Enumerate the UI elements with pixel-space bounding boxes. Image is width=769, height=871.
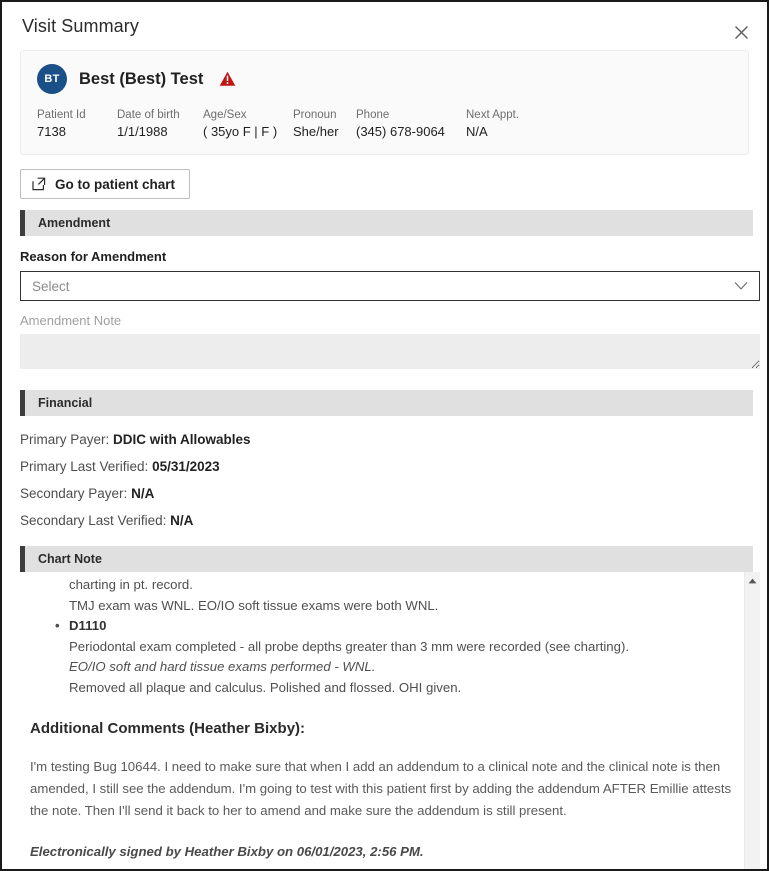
patient-field-date-of-birth: Date of birth 1/1/1988: [117, 108, 203, 140]
field-value: She/her: [293, 124, 339, 139]
financial-row-secondary-last-verified: Secondary Last Verified: N/A: [20, 513, 753, 529]
external-link-icon: [32, 177, 46, 191]
chart-note-content: charting in pt. record. TMJ exam was WNL…: [20, 572, 744, 869]
reason-for-amendment-label: Reason for Amendment: [20, 249, 167, 264]
section-header-chart-note: Chart Note: [20, 546, 753, 572]
close-icon[interactable]: [729, 20, 753, 44]
financial-details: Primary Payer: DDIC with Allowables Prim…: [20, 432, 753, 529]
go-to-patient-chart-label: Go to patient chart: [55, 176, 176, 192]
field-label: Next Appt.: [466, 109, 520, 121]
row-label: Secondary Last Verified:: [20, 513, 167, 528]
chart-note-scroll-region: charting in pt. record. TMJ exam was WNL…: [20, 572, 760, 869]
field-label: Age/Sex: [203, 109, 247, 121]
chart-note-line: charting in pt. record.: [69, 577, 193, 592]
patient-demographics: Patient Id 7138 Date of birth 1/1/1988 A…: [37, 108, 732, 140]
row-value: DDIC with Allowables: [113, 432, 251, 447]
patient-name: Best (Best) Test: [79, 69, 204, 88]
chart-note-scrollbar[interactable]: [744, 572, 760, 869]
chart-note-line: EO/IO soft and hard tissue exams perform…: [69, 659, 376, 674]
section-title: Financial: [38, 396, 93, 410]
reason-for-amendment-select[interactable]: Select: [20, 271, 760, 301]
select-value: Select: [32, 278, 70, 294]
chart-note-line: Removed all plaque and calculus. Polishe…: [69, 679, 462, 695]
chart-note-line: TMJ exam was WNL. EO/IO soft tissue exam…: [69, 597, 439, 613]
patient-banner: BT Best (Best) Test Patient Id 7138 Date…: [20, 50, 749, 155]
dialog-body: Go to patient chart Amendment Reason for…: [2, 155, 767, 869]
section-header-financial: Financial: [20, 390, 753, 416]
patient-identity-row: BT Best (Best) Test: [37, 64, 732, 94]
row-value: 05/31/2023: [152, 459, 220, 474]
avatar: BT: [37, 64, 67, 94]
signature-heather-bixby: Electronically signed by Heather Bixby o…: [30, 844, 424, 859]
field-value: 1/1/1988: [117, 124, 168, 139]
row-value: N/A: [131, 486, 155, 501]
patient-field-pronoun: Pronoun She/her: [293, 108, 356, 140]
field-label: Phone: [356, 109, 390, 121]
patient-field-patient-id: Patient Id 7138: [37, 108, 117, 140]
amendment-note-input[interactable]: [20, 334, 760, 369]
additional-comments-body: I'm testing Bug 10644. I need to make su…: [30, 759, 732, 818]
visit-summary-dialog: Visit Summary BT Best (Best) Test Patien: [0, 0, 769, 871]
chart-note-line: Periodontal exam completed - all probe d…: [69, 638, 630, 654]
field-value: N/A: [466, 124, 488, 139]
go-to-patient-chart-button[interactable]: Go to patient chart: [20, 169, 191, 199]
patient-field-phone: Phone (345) 678-9064: [356, 108, 466, 140]
financial-row-secondary-payer: Secondary Payer: N/A: [20, 486, 753, 502]
row-label: Primary Payer:: [20, 432, 110, 447]
additional-comments-heading: Additional Comments (Heather Bixby):: [30, 720, 306, 737]
row-label: Secondary Payer:: [20, 486, 128, 501]
row-label: Primary Last Verified:: [20, 459, 149, 474]
row-value: N/A: [170, 513, 194, 528]
dialog-header: Visit Summary: [2, 2, 767, 50]
dialog-title: Visit Summary: [22, 15, 139, 36]
field-label: Patient Id: [37, 109, 86, 121]
field-value: ( 35yo F | F ): [203, 124, 278, 139]
chevron-down-icon: [734, 282, 748, 291]
financial-row-primary-last-verified: Primary Last Verified: 05/31/2023: [20, 459, 753, 475]
field-value: (345) 678-9064: [356, 124, 445, 139]
warning-triangle-icon[interactable]: [219, 71, 236, 87]
financial-row-primary-payer: Primary Payer: DDIC with Allowables: [20, 432, 753, 448]
patient-field-age-sex: Age/Sex ( 35yo F | F ): [203, 108, 293, 140]
chart-note-procedure-code: D1110: [24, 616, 740, 637]
section-title: Amendment: [38, 216, 111, 230]
patient-field-next-appt: Next Appt. N/A: [466, 108, 519, 140]
section-title: Chart Note: [38, 552, 102, 566]
amendment-note-label: Amendment Note: [20, 313, 122, 328]
field-value: 7138: [37, 124, 66, 139]
section-header-amendment: Amendment: [20, 210, 753, 236]
scroll-up-arrow-icon[interactable]: [745, 574, 760, 588]
field-label: Date of birth: [117, 109, 180, 121]
field-label: Pronoun: [293, 109, 337, 121]
